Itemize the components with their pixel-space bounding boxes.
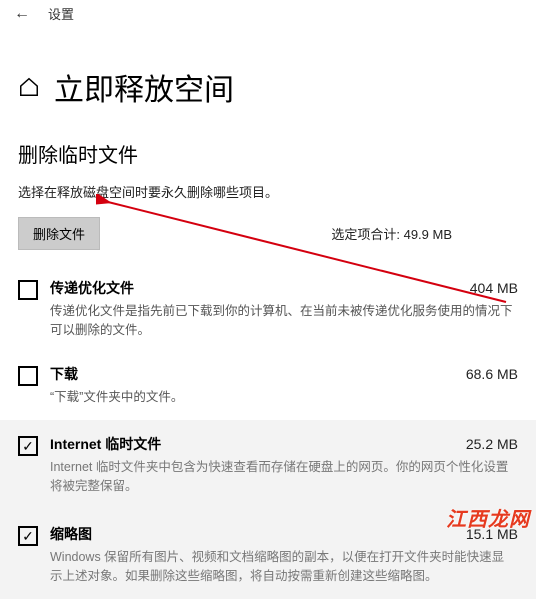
- item-desc: Internet 临时文件夹中包含为快速查看而存储在硬盘上的网页。你的网页个性化…: [50, 458, 518, 496]
- checkbox[interactable]: [18, 436, 38, 456]
- checkbox[interactable]: [18, 366, 38, 386]
- selected-total-label: 选定项合计: 49.9 MB: [331, 224, 452, 243]
- section-title: 删除临时文件: [18, 139, 518, 168]
- page-title: 立即释放空间: [54, 65, 234, 109]
- list-item[interactable]: Internet 临时文件 25.2 MB Internet 临时文件夹中包含为…: [0, 420, 536, 510]
- item-size: 404 MB: [470, 280, 518, 296]
- list-item[interactable]: 传递优化文件 404 MB 传递优化文件是指先前已下载到你的计算机、在当前未被传…: [18, 268, 518, 354]
- watermark: 江西龙网: [446, 503, 530, 532]
- item-title: 传递优化文件: [50, 278, 134, 298]
- item-title: 缩略图: [50, 524, 92, 544]
- item-desc: 传递优化文件是指先前已下载到你的计算机、在当前未被传递优化服务使用的情况下可以删…: [50, 302, 518, 340]
- delete-files-button[interactable]: 删除文件: [18, 217, 100, 250]
- item-title: 下载: [50, 364, 78, 384]
- item-size: 68.6 MB: [466, 366, 518, 382]
- checkbox[interactable]: [18, 526, 38, 546]
- list-item[interactable]: 下载 68.6 MB “下载”文件夹中的文件。: [18, 354, 518, 421]
- home-icon[interactable]: [18, 76, 40, 98]
- checkbox[interactable]: [18, 280, 38, 300]
- item-title: Internet 临时文件: [50, 434, 161, 454]
- item-desc: “下载”文件夹中的文件。: [50, 388, 518, 407]
- item-desc: Windows 保留所有图片、视频和文档缩略图的副本，以便在打开文件夹时能快速显…: [50, 548, 518, 586]
- settings-label: 设置: [48, 4, 74, 23]
- back-icon[interactable]: ←: [14, 5, 30, 23]
- section-subtitle: 选择在释放磁盘空间时要永久删除哪些项目。: [18, 182, 518, 201]
- item-size: 25.2 MB: [466, 436, 518, 452]
